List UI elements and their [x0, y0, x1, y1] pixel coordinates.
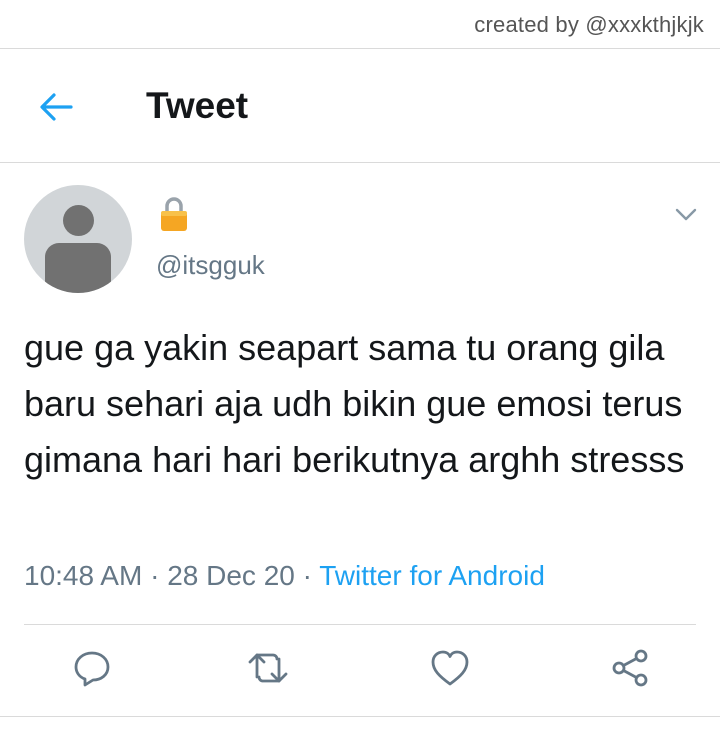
like-button[interactable] [428, 646, 472, 690]
watermark-credit: created by @xxxkthjkjk [474, 12, 704, 37]
tweet-time: 10:48 AM [24, 560, 143, 591]
reply-button[interactable] [70, 646, 114, 690]
header-divider [0, 162, 720, 163]
lock-icon [161, 197, 187, 231]
avatar-body [45, 243, 111, 293]
action-bar [0, 646, 720, 696]
arrow-left-icon [40, 93, 73, 121]
meta-separator: · [302, 560, 312, 591]
meta-divider [24, 624, 696, 625]
tweet-meta: 10:48 AM · 28 Dec 20 · Twitter for Andro… [24, 560, 545, 592]
header-bar: Tweet [0, 49, 720, 162]
chevron-down-icon[interactable] [672, 200, 700, 228]
tweet-date: 28 Dec 20 [167, 560, 295, 591]
meta-separator: · [150, 560, 160, 591]
page-title: Tweet [146, 85, 249, 126]
share-icon [612, 649, 648, 687]
avatar[interactable] [24, 185, 132, 293]
reply-icon [74, 651, 110, 687]
retweet-icon [248, 653, 288, 683]
retweet-button[interactable] [246, 646, 290, 690]
tweet-text: gue ga yakin seapart sama tu orang gila … [24, 327, 685, 480]
user-handle[interactable]: @itsgguk [156, 250, 265, 281]
share-button[interactable] [608, 646, 652, 690]
heart-icon [431, 650, 469, 686]
bottom-divider [0, 716, 720, 717]
back-button[interactable] [30, 81, 82, 133]
avatar-head [63, 205, 94, 236]
tweet-source-link[interactable]: Twitter for Android [319, 560, 545, 591]
